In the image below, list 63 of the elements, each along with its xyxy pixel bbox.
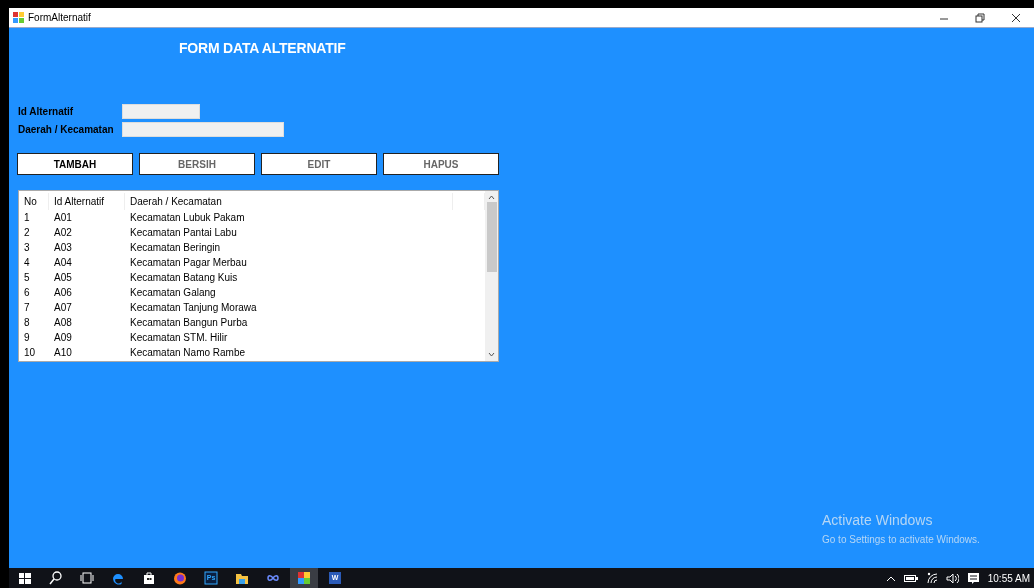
scroll-up-icon[interactable] <box>488 195 495 200</box>
table-cell-text: Kecamatan Galang <box>129 287 217 298</box>
input-field[interactable] <box>122 104 200 119</box>
column-header[interactable]: Id Alternatif <box>49 193 125 210</box>
table-cell-text: Kecamatan Namo Rambe <box>129 347 247 358</box>
scroll-down-icon[interactable] <box>488 352 495 357</box>
photoshop-icon <box>203 570 219 586</box>
table-cell-text: 10 <box>23 347 37 358</box>
table-cell-text: 6 <box>23 287 31 298</box>
field-label: Daerah / Kecamatan <box>18 124 115 135</box>
table-cell-text: Kecamatan Bangun Purba <box>129 317 249 328</box>
action-button[interactable]: TAMBAH <box>17 153 133 175</box>
field-label: Id Alternatif <box>18 106 75 117</box>
restore-icon[interactable] <box>975 12 985 23</box>
table-cell-text: Kecamatan Pagar Merbau <box>129 257 248 268</box>
chevron-up-icon[interactable] <box>885 574 896 582</box>
column-header[interactable]: Daerah / Kecamatan <box>125 193 453 210</box>
battery-icon[interactable] <box>903 574 918 582</box>
taskbar-button[interactable] <box>290 568 318 588</box>
table-cell-text: A06 <box>53 287 73 298</box>
fox-globe-icon <box>172 570 188 586</box>
activation-message: Go to Settings to activate Windows. <box>822 534 980 545</box>
table-cell-text: A09 <box>53 332 73 343</box>
table-cell-text: Kecamatan Lubuk Pakam <box>129 212 246 223</box>
app-icon <box>13 12 24 23</box>
activation-title: Activate Windows <box>822 512 933 528</box>
table-cell-text: A03 <box>53 242 73 253</box>
form-heading: FORM DATA ALTERNATIF <box>179 40 346 56</box>
wifi-icon[interactable] <box>925 572 938 584</box>
scrollbar-thumb[interactable] <box>486 202 497 272</box>
close-icon[interactable] <box>1011 12 1021 23</box>
table-cell-text: Kecamatan STM. Hilir <box>129 332 229 343</box>
table-cell-text: A07 <box>53 302 73 313</box>
speaker-icon[interactable] <box>945 572 959 584</box>
app-icon <box>296 570 312 586</box>
word-icon <box>327 570 343 586</box>
table-cell-text: A04 <box>53 257 73 268</box>
notification-icon[interactable] <box>966 571 980 585</box>
table-cell-text: A01 <box>53 212 73 223</box>
table-cell-text: Kecamatan Tanjung Morawa <box>129 302 258 313</box>
column-header[interactable]: No <box>19 193 49 210</box>
table-cell-text: Kecamatan Beringin <box>129 242 222 253</box>
shopping-bag-icon <box>141 570 157 586</box>
table-cell-text: Kecamatan Pantai Labu <box>129 227 238 238</box>
table-cell-text: 4 <box>23 257 31 268</box>
table-cell-text: A08 <box>53 317 73 328</box>
table-cell-text: A10 <box>53 347 73 358</box>
table-cell-text: 3 <box>23 242 31 253</box>
table-cell-text: 8 <box>23 317 31 328</box>
table-cell-text: A02 <box>53 227 73 238</box>
clock[interactable]: 10:55 AM <box>987 572 1030 584</box>
input-field[interactable] <box>122 122 284 137</box>
search-icon <box>48 570 64 586</box>
table-cell-text: 9 <box>23 332 31 343</box>
table-cell-text: 5 <box>23 272 31 283</box>
task-view-icon <box>79 570 95 586</box>
table-cell-text: 1 <box>23 212 31 223</box>
table-cell-text: 2 <box>23 227 31 238</box>
table-cell-text: 7 <box>23 302 31 313</box>
table-cell-text: A05 <box>53 272 73 283</box>
windows-icon <box>17 570 33 586</box>
table-cell-text: Kecamatan Batang Kuis <box>129 272 239 283</box>
window-title: FormAlternatif <box>28 12 92 23</box>
